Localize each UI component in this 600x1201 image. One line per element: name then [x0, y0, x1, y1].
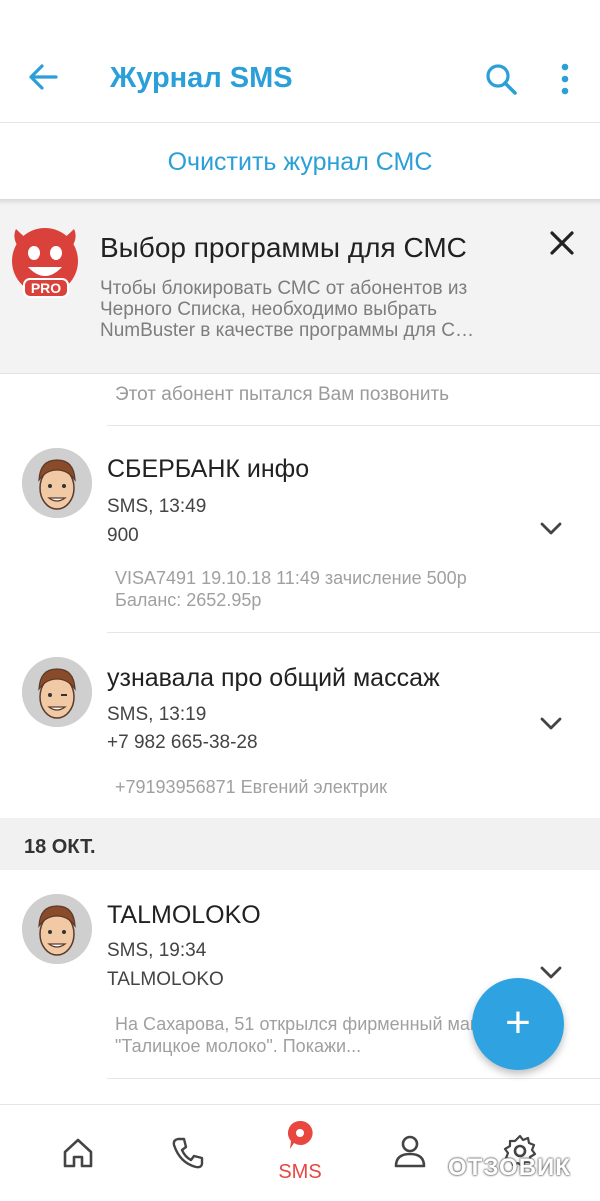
person-icon — [394, 1135, 426, 1168]
nav-calls[interactable] — [138, 1105, 238, 1201]
message-meta: SMS, 13:19 — [107, 704, 207, 725]
search-icon[interactable] — [484, 62, 518, 96]
contact-name: узнавала про общий массаж — [107, 664, 440, 692]
clear-log-button[interactable]: Очистить журнал СМС — [0, 123, 600, 199]
date-header: 18 ОКТ. — [0, 818, 600, 870]
divider — [107, 1078, 600, 1079]
home-icon — [63, 1138, 93, 1168]
bottom-navigation: SMS — [0, 1104, 600, 1201]
app-bar: Журнал SMS — [0, 0, 600, 123]
contact-name: СБЕРБАНК инфо — [107, 455, 310, 483]
avatar — [22, 894, 92, 964]
arrow-back-icon[interactable] — [26, 60, 60, 94]
watermark: ОТЗОВИК — [448, 1154, 571, 1181]
sms-icon — [287, 1120, 313, 1149]
person-avatar-icon — [22, 657, 92, 727]
list-item[interactable]: узнавала про общий массаж SMS, 13:19 +7 … — [0, 633, 600, 817]
new-message-button[interactable]: + — [472, 978, 564, 1070]
list-item[interactable]: СБЕРБАНК инфо SMS, 13:49 900 VISA7491 19… — [0, 426, 600, 632]
banner-title: Выбор программы для СМС — [100, 232, 467, 263]
avatar — [22, 448, 92, 518]
close-icon[interactable] — [546, 227, 578, 259]
plus-icon: + — [505, 998, 531, 1047]
nav-profile[interactable] — [360, 1105, 460, 1201]
avatar — [22, 657, 92, 727]
nav-sms[interactable]: SMS — [250, 1105, 350, 1201]
chevron-down-icon[interactable] — [538, 520, 564, 538]
sender-number: TALMOLOKO — [107, 969, 224, 990]
message-body: VISA7491 19.10.18 11:49 зачисление 500р … — [115, 568, 467, 610]
message-preview: Этот абонент пытался Вам позвонить — [115, 384, 450, 405]
person-avatar-icon — [22, 448, 92, 518]
sender-number: +7 982 665-38-28 — [107, 732, 258, 753]
message-meta: SMS, 13:49 — [107, 496, 207, 517]
default-sms-app-banner[interactable]: PRO Выбор программы для СМС Чтобы блокир… — [0, 205, 600, 374]
phone-icon — [172, 1137, 204, 1169]
sender-number: 900 — [107, 525, 139, 546]
person-avatar-icon — [22, 894, 92, 964]
pro-badge: PRO — [31, 280, 61, 296]
chevron-down-icon[interactable] — [538, 715, 564, 733]
message-meta: SMS, 19:34 — [107, 940, 207, 961]
nav-settings[interactable] — [470, 1105, 570, 1201]
banner-text: Чтобы блокировать СМС от абонентов из Че… — [100, 278, 474, 341]
message-body: +79193956871 Евгений электрик — [115, 777, 387, 797]
nav-sms-label: SMS — [278, 1161, 322, 1183]
nav-home[interactable] — [28, 1105, 128, 1201]
date-header-label: 18 ОКТ. — [24, 836, 96, 858]
page-title: Журнал SMS — [110, 62, 293, 94]
contact-name: TALMOLOKO — [107, 901, 261, 929]
more-vert-icon[interactable] — [552, 62, 578, 96]
numbuster-logo-icon: PRO — [12, 228, 78, 298]
